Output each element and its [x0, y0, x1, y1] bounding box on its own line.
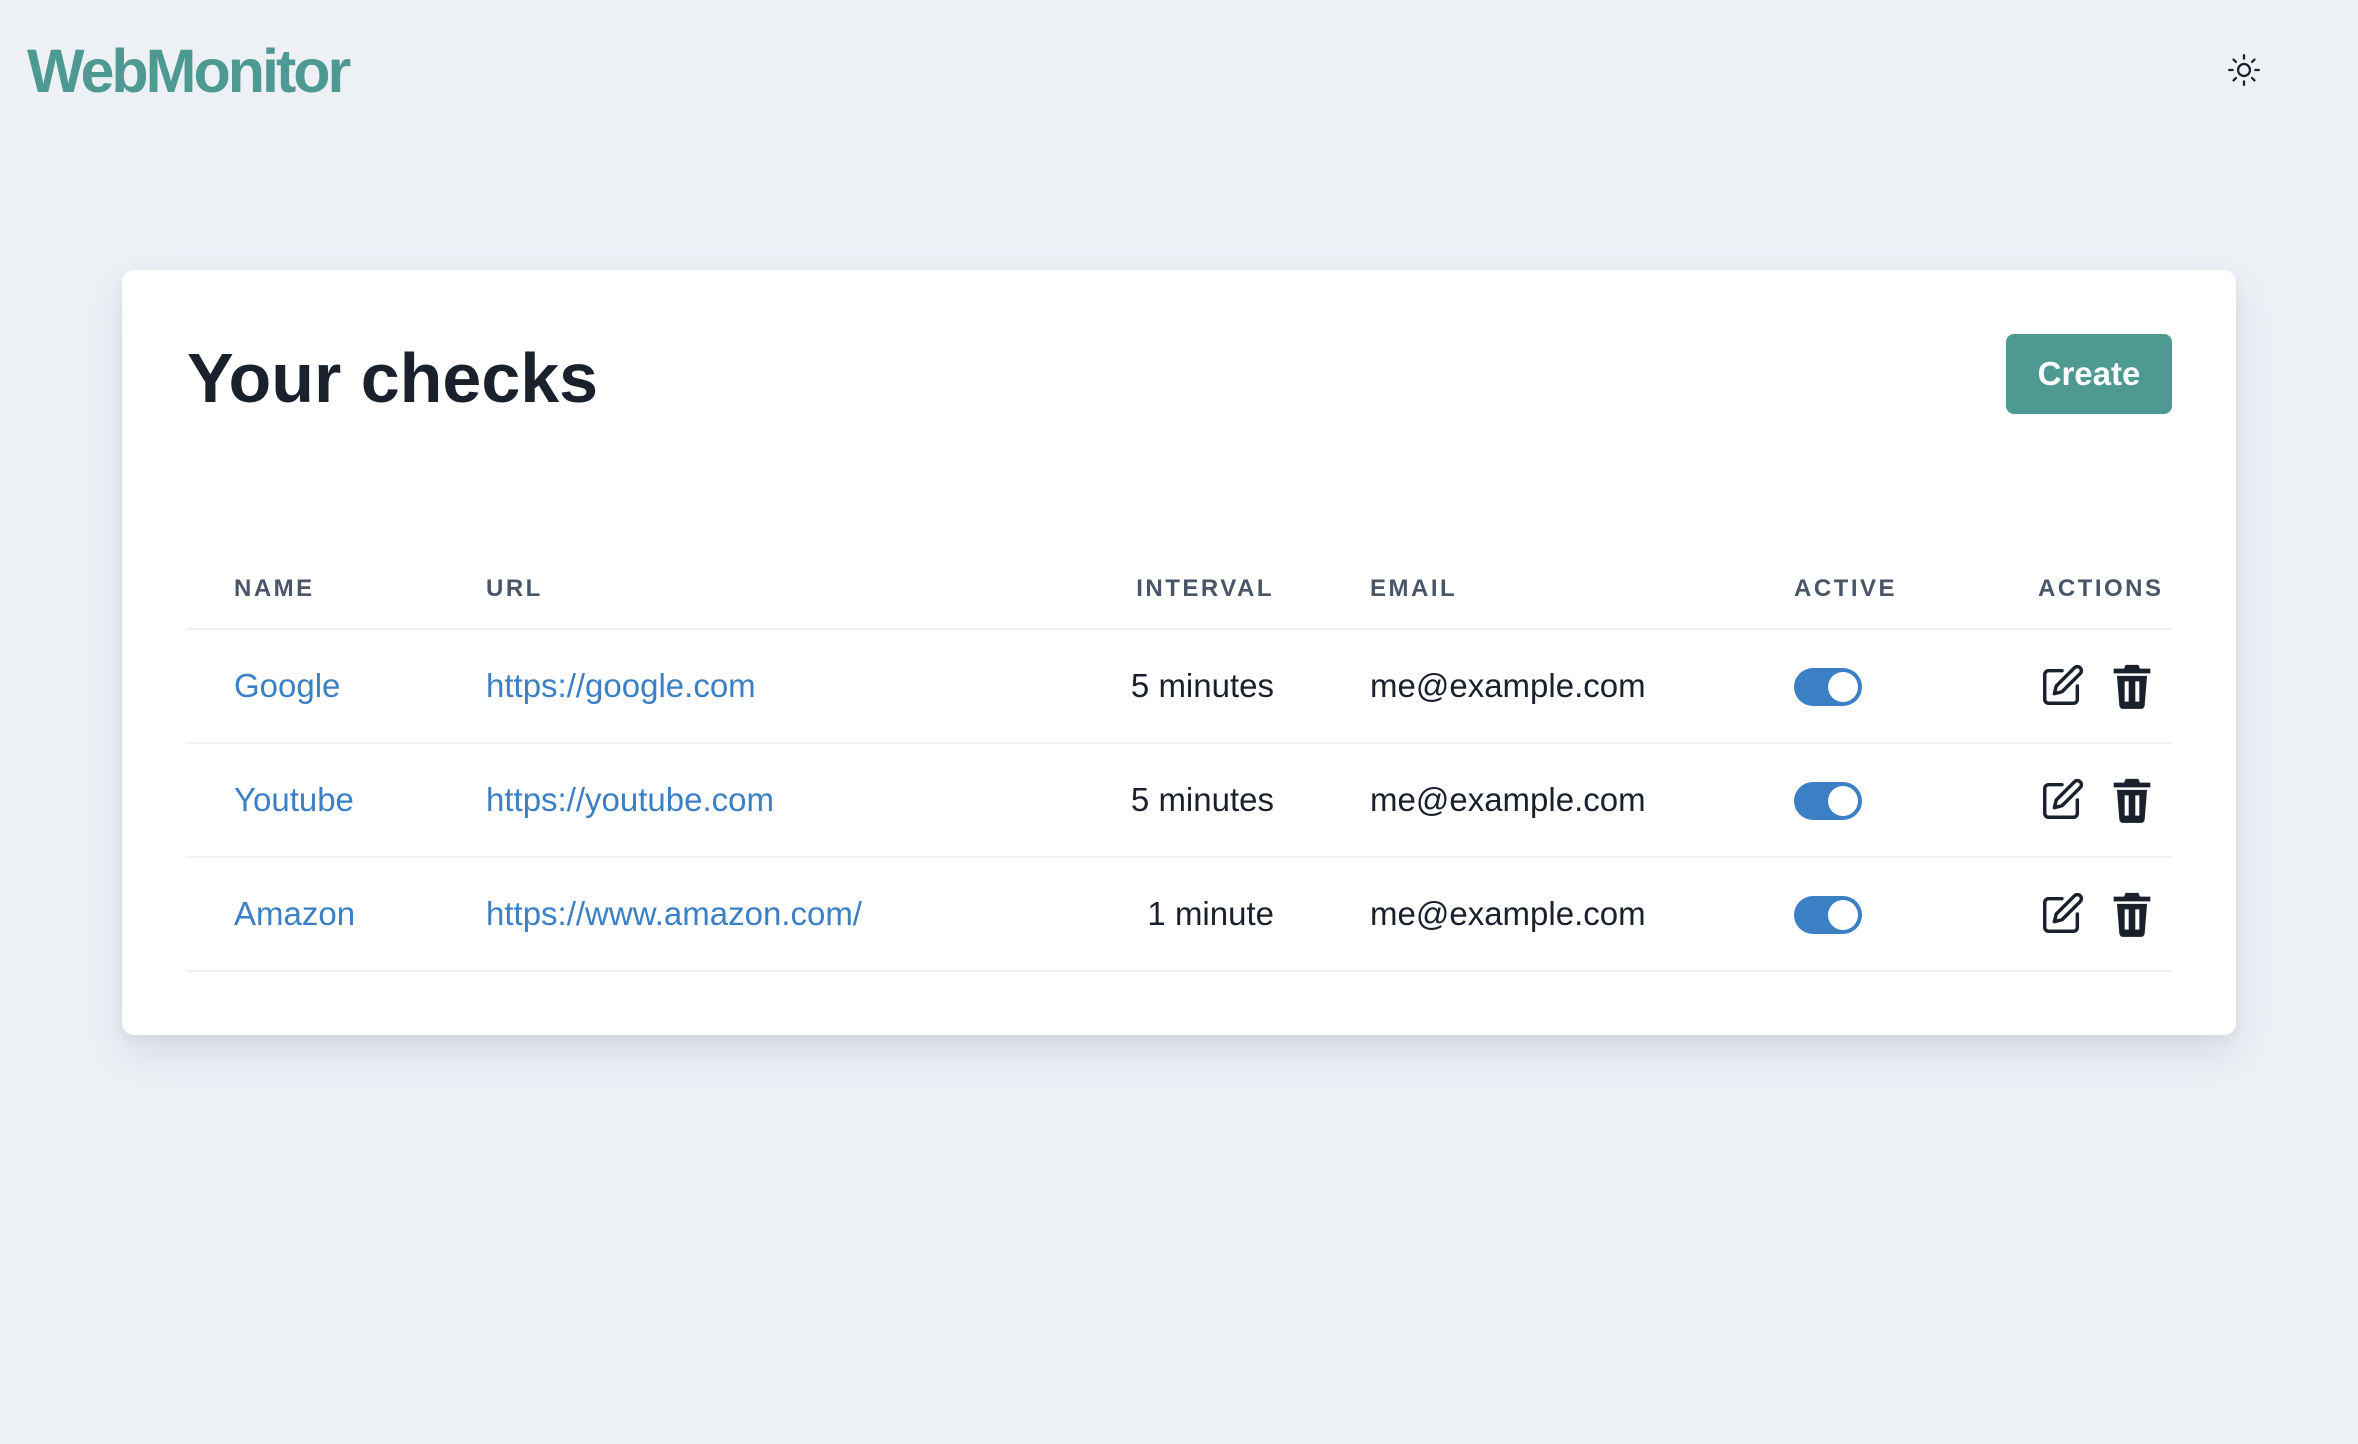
check-url-link[interactable]: https://youtube.com: [486, 781, 774, 818]
table-body: Google https://google.com 5 minutes me@e…: [186, 629, 2172, 972]
check-url-link[interactable]: https://google.com: [486, 667, 756, 704]
column-header-url: URL: [438, 550, 1036, 630]
row-actions: [2038, 662, 2172, 710]
edit-button[interactable]: [2038, 776, 2086, 824]
table-header-row: NAME URL INTERVAL EMAIL ACTIVE ACTIONS: [186, 550, 2172, 630]
checks-card: Your checks Create NAME URL INTERVAL EMA…: [122, 270, 2236, 1035]
check-name-link[interactable]: Google: [234, 667, 340, 704]
check-email: me@example.com: [1370, 781, 1646, 818]
check-name-link[interactable]: Amazon: [234, 895, 355, 932]
create-button[interactable]: Create: [2006, 334, 2172, 414]
table-row: Amazon https://www.amazon.com/ 1 minute …: [186, 857, 2172, 972]
page-title: Your checks: [187, 339, 599, 417]
edit-icon: [2043, 664, 2084, 705]
app-logo[interactable]: WebMonitor: [27, 36, 351, 106]
edit-icon: [2043, 778, 2084, 819]
active-toggle[interactable]: [1794, 896, 1862, 935]
sun-icon: [2227, 53, 2261, 87]
column-header-actions: ACTIONS: [1990, 550, 2172, 630]
column-header-interval: INTERVAL: [1036, 550, 1322, 630]
column-header-active: ACTIVE: [1746, 550, 1990, 630]
table-row: Youtube https://youtube.com 5 minutes me…: [186, 743, 2172, 858]
top-bar: WebMonitor: [0, 0, 2358, 140]
trash-icon: [2113, 892, 2151, 937]
active-toggle[interactable]: [1794, 782, 1862, 821]
edit-icon: [2043, 892, 2084, 933]
row-actions: [2038, 890, 2172, 938]
theme-toggle-button[interactable]: [2224, 50, 2264, 90]
check-url-link[interactable]: https://www.amazon.com/: [486, 895, 862, 932]
check-email: me@example.com: [1370, 895, 1646, 932]
toggle-knob: [1828, 786, 1858, 817]
table-row: Google https://google.com 5 minutes me@e…: [186, 629, 2172, 744]
toggle-knob: [1828, 672, 1858, 703]
checks-table: NAME URL INTERVAL EMAIL ACTIVE ACTIONS G…: [186, 550, 2172, 972]
check-name-link[interactable]: Youtube: [234, 781, 354, 818]
delete-button[interactable]: [2108, 890, 2156, 938]
column-header-email: EMAIL: [1322, 550, 1746, 630]
edit-button[interactable]: [2038, 662, 2086, 710]
check-email: me@example.com: [1370, 667, 1646, 704]
delete-button[interactable]: [2108, 776, 2156, 824]
trash-icon: [2113, 664, 2151, 709]
edit-button[interactable]: [2038, 890, 2086, 938]
check-interval: 1 minute: [1147, 895, 1274, 932]
check-interval: 5 minutes: [1130, 667, 1274, 704]
trash-icon: [2113, 778, 2151, 823]
row-actions: [2038, 776, 2172, 824]
toggle-knob: [1828, 900, 1858, 931]
active-toggle[interactable]: [1794, 668, 1862, 707]
column-header-name: NAME: [186, 550, 438, 630]
check-interval: 5 minutes: [1130, 781, 1274, 818]
delete-button[interactable]: [2108, 662, 2156, 710]
